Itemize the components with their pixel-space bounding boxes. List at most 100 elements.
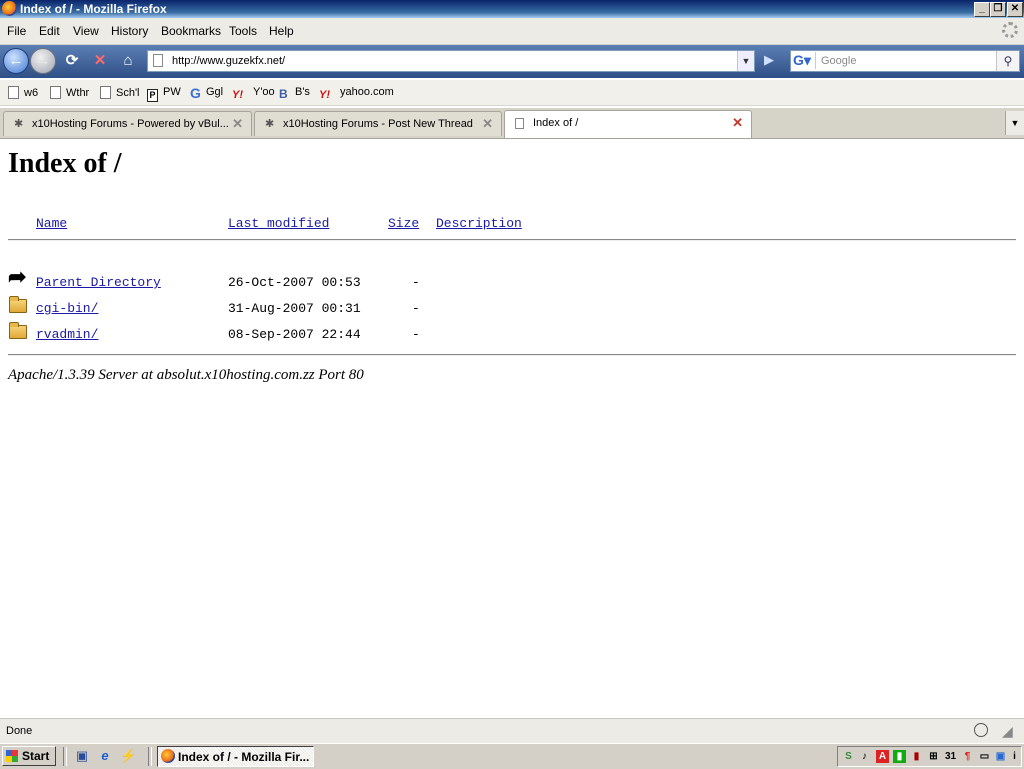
bookmark-yoo[interactable]: Y! Y'oo (232, 86, 275, 102)
menu-tools[interactable]: Tools (229, 24, 257, 38)
bookmark-pw[interactable]: P PW (147, 86, 181, 102)
tab-close-icon[interactable]: ✕ (232, 117, 243, 130)
go-button[interactable]: ▶ (760, 51, 778, 69)
search-input[interactable]: Google (821, 55, 856, 67)
tray-app-icon[interactable]: ▮ (910, 750, 923, 763)
divider (8, 239, 1016, 241)
tray-app-icon[interactable]: ▮ (893, 750, 906, 763)
tray-app-icon[interactable]: ¶ (961, 750, 974, 763)
tab-bar: ✱ x10Hosting Forums - Powered by vBul...… (0, 108, 1024, 139)
search-icon[interactable]: ⚲ (996, 51, 1019, 71)
page-content: Index of / Name Last modified Size Descr… (0, 139, 1024, 717)
home-button[interactable]: ⌂ (116, 49, 140, 73)
start-button[interactable]: Start (2, 746, 56, 766)
throbber-icon (1002, 22, 1018, 38)
antivirus-icon[interactable]: A (876, 750, 889, 763)
google-engine-icon[interactable]: G▾ (793, 52, 816, 69)
bookmark-schl[interactable]: Sch'l (100, 86, 140, 99)
column-last-modified-link[interactable]: Last modified (228, 216, 329, 231)
last-modified: 26-Oct-2007 00:53 (228, 275, 361, 290)
show-desktop-icon[interactable]: ▣ (74, 748, 90, 764)
google-icon: G (190, 85, 201, 101)
tray-app-icon[interactable]: S (842, 750, 855, 763)
stop-button[interactable]: ✕ (88, 49, 112, 73)
bb-icon: B (279, 87, 288, 101)
url-text[interactable]: http://www.guzekfx.net/ (172, 55, 285, 67)
status-text: Done (6, 725, 33, 737)
tab-index-of[interactable]: Index of / ✕ (504, 110, 752, 138)
size: - (412, 301, 420, 316)
window-title: Index of / - Mozilla Firefox (20, 2, 167, 16)
menu-view[interactable]: View (73, 24, 99, 38)
firefox-icon (161, 749, 175, 763)
server-signature: Apache/1.3.39 Server at absolut.x10hosti… (8, 367, 364, 383)
menu-history[interactable]: History (111, 24, 148, 38)
bookmarks-toolbar: w6 Wthr Sch'l P PW G Ggl Y! Y'oo B B's Y! yah… (0, 80, 1024, 106)
menu-edit[interactable]: Edit (39, 24, 60, 38)
page-heading: Index of / (8, 148, 122, 179)
column-name-link[interactable]: Name (36, 216, 67, 231)
x10hosting-icon: ✱ (14, 118, 24, 130)
back-button[interactable]: ← (3, 48, 29, 74)
yahoo-icon: Y! (319, 89, 330, 101)
firefox-icon (2, 1, 17, 16)
table-row: cgi-bin/ 31-Aug-2007 00:31 - (0, 296, 600, 325)
menu-help[interactable]: Help (269, 24, 294, 38)
forward-button[interactable]: → (30, 48, 56, 74)
smiley-icon[interactable] (974, 723, 988, 737)
bookmark-ggl[interactable]: G Ggl (190, 86, 223, 100)
column-size-link[interactable]: Size (388, 216, 419, 231)
size: - (412, 275, 420, 290)
column-description-link[interactable]: Description (436, 216, 522, 231)
url-dropdown-button[interactable]: ▼ (737, 51, 754, 71)
network-icon[interactable]: ▭ (978, 750, 991, 763)
tab-close-icon[interactable]: ✕ (482, 117, 493, 130)
parent-directory-link[interactable]: Parent Directory (36, 275, 161, 290)
bookmark-w6[interactable]: w6 (8, 86, 38, 99)
bookmark-wthr[interactable]: Wthr (50, 86, 89, 99)
divider (63, 747, 67, 766)
taskbar-firefox-window[interactable]: Index of / - Mozilla Fir... (157, 746, 314, 767)
bookmark-bs[interactable]: B B's (279, 86, 310, 101)
network-icon[interactable]: ▣ (994, 750, 1007, 763)
url-bar[interactable]: http://www.guzekfx.net/ ▼ (147, 50, 755, 72)
tray-app-icon[interactable]: i (1008, 750, 1021, 763)
cgi-bin-link[interactable]: cgi-bin/ (36, 301, 98, 316)
divider (148, 747, 152, 766)
bookmark-yahoo-com[interactable]: Y! yahoo.com (319, 86, 394, 102)
menu-bookmarks[interactable]: Bookmarks (161, 24, 221, 38)
x10hosting-icon: ✱ (265, 118, 275, 130)
page-icon (100, 86, 111, 99)
winamp-icon[interactable]: ⚡ (120, 748, 136, 764)
folder-icon (8, 321, 28, 341)
window-title-bar[interactable]: Index of / - Mozilla Firefox _ ❐ ✕ (0, 0, 1024, 18)
folder-icon (8, 295, 28, 315)
close-button[interactable]: ✕ (1007, 2, 1023, 17)
tab-x10hosting-new-thread[interactable]: ✱ x10Hosting Forums - Post New Thread ✕ (254, 111, 502, 136)
tray-app-icon[interactable]: 31 (944, 750, 957, 763)
resize-grip-icon[interactable]: ◢ (1002, 723, 1018, 739)
last-modified: 08-Sep-2007 22:44 (228, 327, 361, 342)
yahoo-icon: Y! (232, 89, 243, 101)
taskbar: Start ▣ e ⚡ Index of / - Mozilla Fir... … (0, 743, 1024, 769)
minimize-button[interactable]: _ (974, 2, 990, 17)
page-icon (515, 118, 524, 129)
tab-close-icon[interactable]: ✕ (732, 116, 743, 129)
search-box[interactable]: G▾ Google ⚲ (790, 50, 1020, 72)
volume-icon[interactable]: ♪ (858, 750, 871, 763)
rvadmin-link[interactable]: rvadmin/ (36, 327, 98, 342)
reload-button[interactable]: ⟳ (60, 49, 84, 73)
internet-explorer-icon[interactable]: e (97, 748, 113, 764)
table-row: rvadmin/ 08-Sep-2007 22:44 - (0, 322, 600, 351)
page-icon (8, 86, 19, 99)
back-arrow-icon: ➦ (8, 266, 27, 291)
status-bar: Done ◢ (0, 718, 1024, 743)
list-all-tabs-button[interactable]: ▼ (1005, 111, 1024, 135)
last-modified: 31-Aug-2007 00:31 (228, 301, 361, 316)
restore-button[interactable]: ❐ (990, 2, 1006, 17)
tab-x10hosting-vbulletin[interactable]: ✱ x10Hosting Forums - Powered by vBul...… (3, 111, 252, 136)
navigation-toolbar: ← → ⟳ ✕ ⌂ http://www.guzekfx.net/ ▼ ▶ G▾… (0, 45, 1024, 78)
tray-app-icon[interactable]: ⊞ (927, 750, 940, 763)
menu-file[interactable]: File (7, 24, 26, 38)
page-icon (153, 54, 163, 67)
